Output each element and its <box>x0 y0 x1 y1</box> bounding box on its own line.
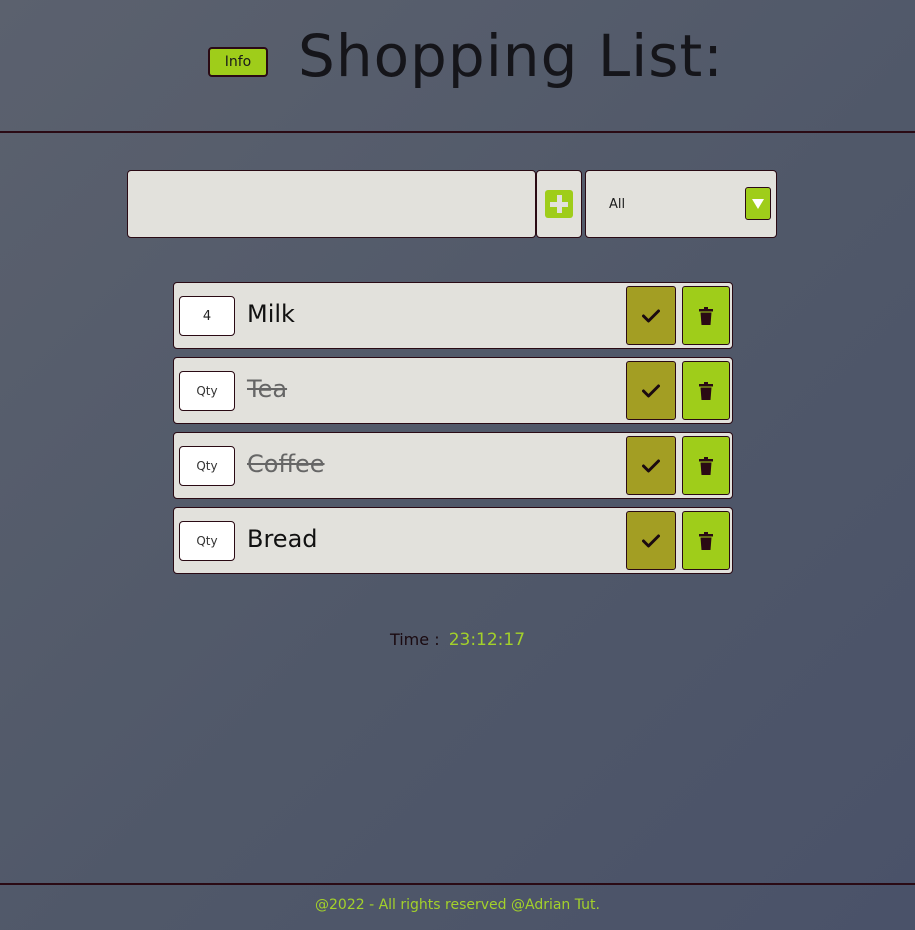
delete-button[interactable] <box>682 436 730 495</box>
qty-input[interactable] <box>179 446 235 486</box>
header: Info Shopping List: <box>0 0 915 133</box>
delete-button[interactable] <box>682 286 730 345</box>
check-icon <box>642 534 660 547</box>
check-icon <box>642 309 660 322</box>
dropdown-arrow-icon[interactable] <box>745 187 771 220</box>
new-item-input[interactable] <box>127 170 536 238</box>
item-name: Coffee <box>247 450 325 478</box>
time-display: Time : 23:12:17 <box>0 630 915 650</box>
item-name: Milk <box>247 300 295 328</box>
trash-icon <box>699 531 713 550</box>
list-item: Milk <box>173 282 733 349</box>
filter-value: All <box>609 197 626 212</box>
qty-input[interactable] <box>179 371 235 411</box>
info-button[interactable]: Info <box>208 47 268 77</box>
check-button[interactable] <box>626 436 676 495</box>
filter-select[interactable]: All <box>585 170 777 238</box>
add-item-button[interactable] <box>536 170 582 238</box>
delete-button[interactable] <box>682 361 730 420</box>
check-button[interactable] <box>626 511 676 570</box>
check-button[interactable] <box>626 361 676 420</box>
qty-input[interactable] <box>179 296 235 336</box>
footer-text: @2022 - All rights reserved @Adrian Tut. <box>315 897 600 913</box>
page-title: Shopping List: <box>298 22 724 90</box>
plus-icon <box>545 190 573 218</box>
check-button[interactable] <box>626 286 676 345</box>
shopping-list: Milk Tea Coffee Bread <box>173 282 733 582</box>
time-label: Time : <box>389 630 440 649</box>
item-name: Tea <box>247 375 288 403</box>
item-name: Bread <box>247 525 318 553</box>
trash-icon <box>699 381 713 400</box>
delete-button[interactable] <box>682 511 730 570</box>
check-icon <box>642 459 660 472</box>
time-value: 23:12:17 <box>448 630 526 650</box>
check-icon <box>642 384 660 397</box>
qty-input[interactable] <box>179 521 235 561</box>
list-item: Bread <box>173 507 733 574</box>
trash-icon <box>699 306 713 325</box>
footer: @2022 - All rights reserved @Adrian Tut. <box>0 883 915 930</box>
trash-icon <box>699 456 713 475</box>
list-item: Tea <box>173 357 733 424</box>
list-item: Coffee <box>173 432 733 499</box>
